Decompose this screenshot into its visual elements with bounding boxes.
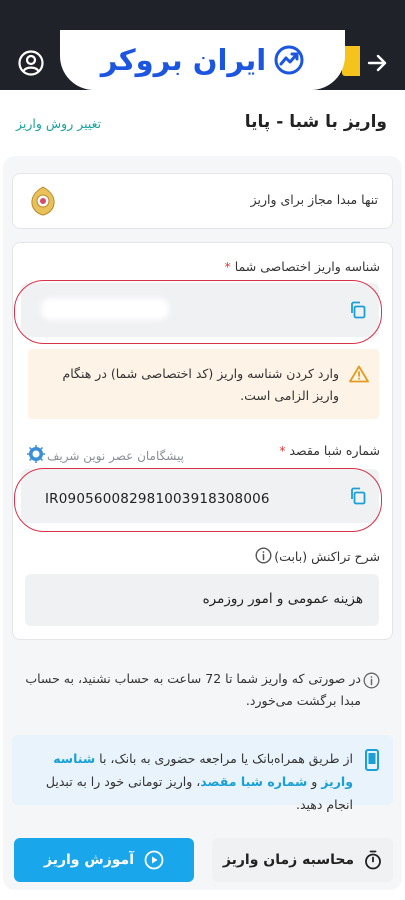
required-mark: *	[224, 259, 231, 274]
refund-notice: در صورتی که واریز شما تا 72 ساعت به حساب…	[25, 671, 361, 708]
deposit-tutorial-button[interactable]: آموزش واریز	[14, 838, 194, 882]
back-arrow-icon[interactable]	[358, 44, 396, 82]
warning-icon	[349, 365, 369, 383]
deposit-sheet: واریز با شبا - پایا تغییر روش واریز تنها…	[0, 90, 405, 900]
top-app-bar: ایران بروکر	[0, 0, 405, 90]
mobile-phone-icon	[365, 749, 379, 771]
warning-box: وارد کردن شناسه واریز (کد اختصاصی شما) د…	[28, 349, 379, 419]
profile-icon[interactable]	[12, 44, 50, 82]
bank-emblem-icon	[31, 186, 55, 216]
calc-deposit-time-button[interactable]: محاسبه زمان واریز	[212, 838, 393, 882]
warning-text: وارد کردن شناسه واریز (کد اختصاصی شما) د…	[62, 366, 340, 403]
description-field[interactable]: هزینه عمومی و امور روزمره	[25, 574, 379, 626]
stopwatch-icon	[365, 850, 382, 870]
tip-text: از طریق همراه‌بانک یا مراجعه حضوری به با…	[33, 747, 353, 816]
required-mark: *	[279, 443, 286, 458]
iban-label-text: شماره شبا مقصد	[289, 443, 380, 458]
info-icon	[363, 672, 380, 689]
deposit-id-highlight-ring	[14, 280, 382, 344]
tip-text-part: از طریق همراه‌بانک یا مراجعه حضوری به با…	[95, 751, 353, 766]
brand-chart-icon	[274, 45, 304, 75]
play-icon	[144, 850, 164, 870]
tip-text-part: و	[307, 774, 322, 789]
bank-name: پیشگامان عصر نوین شریف	[47, 449, 184, 463]
iban-highlight-ring	[14, 468, 382, 532]
tip-box: از طریق همراه‌بانک یا مراجعه حضوری به با…	[12, 735, 393, 812]
deposit-id-label: شناسه واریز اختصاصی شما *	[225, 259, 380, 274]
origin-text: تنها مبدا مجاز برای واریز	[250, 192, 378, 207]
change-method-link[interactable]: تغییر روش واریز	[16, 116, 101, 131]
brand-logo: ایران بروکر	[60, 30, 345, 90]
iban-label: شماره شبا مقصد *	[279, 443, 380, 458]
bank-badge-icon	[27, 445, 45, 463]
brand-logo-text: ایران بروکر	[100, 43, 268, 77]
info-icon[interactable]	[255, 547, 272, 564]
deposit-tutorial-label: آموزش واریز	[43, 852, 135, 868]
description-label: شرح تراکنش (بابت)	[274, 549, 380, 564]
description-value: هزینه عمومی و امور روزمره	[202, 591, 363, 607]
calc-deposit-time-label: محاسبه زمان واریز	[222, 852, 355, 868]
page-header: واریز با شبا - پایا تغییر روش واریز	[0, 112, 405, 140]
page-title: واریز با شبا - پایا	[244, 112, 387, 132]
tip-highlight-iban: شماره شبا مقصد	[200, 774, 308, 789]
deposit-id-label-text: شناسه واریز اختصاصی شما	[234, 259, 380, 274]
origin-notice: تنها مبدا مجاز برای واریز	[12, 173, 393, 229]
